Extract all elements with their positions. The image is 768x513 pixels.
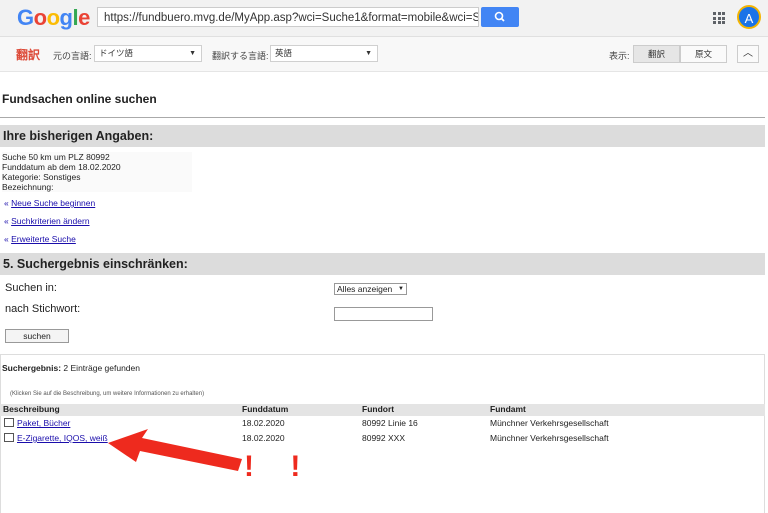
result-label: Suchergebnis: bbox=[2, 363, 62, 373]
page-content: Fundsachen online suchen Ihre bisherigen… bbox=[0, 72, 768, 513]
summary-line: Kategorie: Sonstiges bbox=[2, 172, 81, 182]
display-label: 表示: bbox=[609, 51, 630, 61]
row-place: 80992 Linie 16 bbox=[362, 418, 418, 428]
keyword-label: nach Stichwort: bbox=[5, 303, 81, 315]
row-place: 80992 XXX bbox=[362, 433, 406, 443]
search-in-label: Suchen in: bbox=[5, 282, 57, 294]
result-link-e-zigarette[interactable]: E-Zigarette, IQOS, weiß bbox=[17, 433, 108, 443]
column-header-description: Beschreibung bbox=[3, 404, 60, 414]
target-language-select[interactable]: 英語 ▼ bbox=[270, 45, 378, 62]
results-hint: (Klicken Sie auf die Beschreibung, um we… bbox=[10, 391, 205, 397]
apps-grid-icon[interactable] bbox=[713, 12, 725, 24]
divider bbox=[0, 117, 765, 118]
row-office: Münchner Verkehrsgesellschaft bbox=[490, 418, 609, 428]
google-logo[interactable]: Google bbox=[17, 5, 90, 31]
column-header-location: Fundort bbox=[362, 404, 395, 414]
column-header-office: Fundamt bbox=[490, 404, 526, 414]
keyword-input[interactable] bbox=[334, 307, 433, 321]
new-search-link[interactable]: Neue Suche beginnen bbox=[11, 198, 95, 208]
chevron-down-icon: ▼ bbox=[365, 50, 372, 57]
search-summary: Suche 50 km um PLZ 80992 Funddatum ab de… bbox=[2, 152, 192, 192]
translate-bar: 翻訳 元の言語: ドイツ語 ▼ 翻訳する言語: 英語 ▼ 表示: 翻訳 原文 ︿ bbox=[0, 37, 768, 72]
red-arrow-annotation bbox=[108, 429, 242, 471]
chevron-down-icon: ▼ bbox=[189, 50, 196, 57]
column-header-date: Funddatum bbox=[242, 404, 289, 414]
section-previous-input: Ihre bisherigen Angaben: bbox=[0, 125, 765, 147]
link-prefix: « bbox=[4, 234, 9, 244]
chevron-down-icon: ▼ bbox=[398, 286, 404, 292]
external-link-icon bbox=[4, 433, 14, 442]
google-toolbar: Google https://fundbuero.mvg.de/MyApp.as… bbox=[0, 0, 768, 37]
source-language-select[interactable]: ドイツ語 ▼ bbox=[94, 45, 202, 62]
row-office: Münchner Verkehrsgesellschaft bbox=[490, 433, 609, 443]
exclamation-marks: ! ! bbox=[244, 450, 315, 483]
link-prefix: « bbox=[4, 216, 9, 226]
result-summary: Suchergebnis: 2 Einträge gefunden bbox=[2, 363, 140, 373]
new-search-link-row: « Neue Suche beginnen bbox=[4, 198, 95, 208]
search-icon bbox=[494, 11, 505, 22]
page-title: Fundsachen online suchen bbox=[2, 92, 157, 106]
source-language-label: 元の言語: bbox=[53, 51, 92, 61]
search-in-select[interactable]: Alles anzeigen ▼ bbox=[334, 283, 407, 295]
link-prefix: « bbox=[4, 198, 9, 208]
summary-line: Bezeichnung: bbox=[2, 182, 54, 192]
collapse-button[interactable]: ︿ bbox=[737, 45, 759, 63]
external-link-icon bbox=[4, 418, 14, 427]
result-count: 2 Einträge gefunden bbox=[63, 363, 140, 373]
suchen-button[interactable]: suchen bbox=[5, 329, 69, 343]
result-link-paket[interactable]: Paket, Bücher bbox=[17, 418, 70, 428]
search-button[interactable] bbox=[481, 7, 519, 27]
table-row: Paket, Bücher bbox=[4, 418, 70, 428]
advanced-search-link-row: « Erweiterte Suche bbox=[4, 234, 76, 244]
translate-icon: 翻訳 bbox=[16, 48, 41, 62]
chevron-up-icon: ︿ bbox=[743, 48, 753, 59]
change-criteria-link[interactable]: Suchkriterien ändern bbox=[11, 216, 89, 226]
account-avatar[interactable]: A bbox=[737, 5, 761, 29]
change-criteria-link-row: « Suchkriterien ändern bbox=[4, 216, 90, 226]
show-original-button[interactable]: 原文 bbox=[680, 45, 727, 63]
show-translated-button[interactable]: 翻訳 bbox=[633, 45, 680, 63]
table-row: E-Zigarette, IQOS, weiß bbox=[4, 433, 108, 443]
target-language-label: 翻訳する言語: bbox=[212, 51, 269, 61]
summary-line: Suche 50 km um PLZ 80992 bbox=[2, 152, 110, 162]
summary-line: Funddatum ab dem 18.02.2020 bbox=[2, 162, 121, 172]
section-refine-results: 5. Suchergebnis einschränken: bbox=[0, 253, 765, 275]
advanced-search-link[interactable]: Erweiterte Suche bbox=[11, 234, 76, 244]
url-input[interactable]: https://fundbuero.mvg.de/MyApp.asp?wci=S… bbox=[97, 7, 479, 27]
